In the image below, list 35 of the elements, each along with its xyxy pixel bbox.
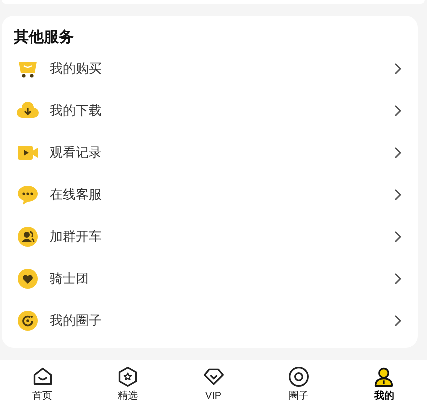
chat-bubble-icon — [16, 183, 40, 207]
tab[interactable]: 圈子 — [256, 366, 342, 404]
service-item[interactable]: 在线客服 — [2, 174, 418, 216]
chevron-right-icon — [394, 189, 402, 201]
service-label: 加群开车 — [50, 228, 103, 246]
tab[interactable]: 首页 — [0, 366, 86, 404]
service-item[interactable]: 加群开车 — [2, 216, 418, 258]
chevron-right-icon — [394, 147, 402, 159]
chevron-right-icon — [394, 231, 402, 243]
ring-icon — [16, 309, 40, 333]
house-icon — [32, 366, 54, 388]
tab[interactable]: 精选 — [85, 366, 171, 404]
service-label: 我的下载 — [50, 102, 103, 120]
people-icon — [16, 225, 40, 249]
chevron-right-icon — [394, 105, 402, 117]
chevron-right-icon — [394, 273, 402, 285]
tab[interactable]: VIP — [170, 366, 256, 404]
service-label: 我的圈子 — [50, 312, 103, 330]
hexagon-star-icon — [117, 366, 140, 388]
service-label: 在线客服 — [50, 186, 103, 204]
service-label: 我的购买 — [50, 60, 103, 78]
tab[interactable]: 我的 — [342, 366, 427, 404]
service-item[interactable]: 观看记录 — [2, 132, 418, 174]
chevron-right-icon — [394, 315, 402, 327]
service-item[interactable]: 我的圈子 — [2, 300, 418, 342]
service-item[interactable]: 骑士团 — [2, 258, 418, 300]
service-label: 骑士团 — [50, 270, 90, 288]
diamond-icon — [202, 366, 225, 388]
person-icon — [373, 366, 396, 388]
service-label: 观看记录 — [50, 144, 103, 162]
service-item[interactable]: 我的购买 — [2, 48, 418, 90]
chevron-right-icon — [394, 63, 402, 75]
service-item[interactable]: 我的下载 — [2, 90, 418, 132]
section-title: 其他服务 — [13, 28, 75, 48]
ring-icon — [288, 366, 310, 388]
